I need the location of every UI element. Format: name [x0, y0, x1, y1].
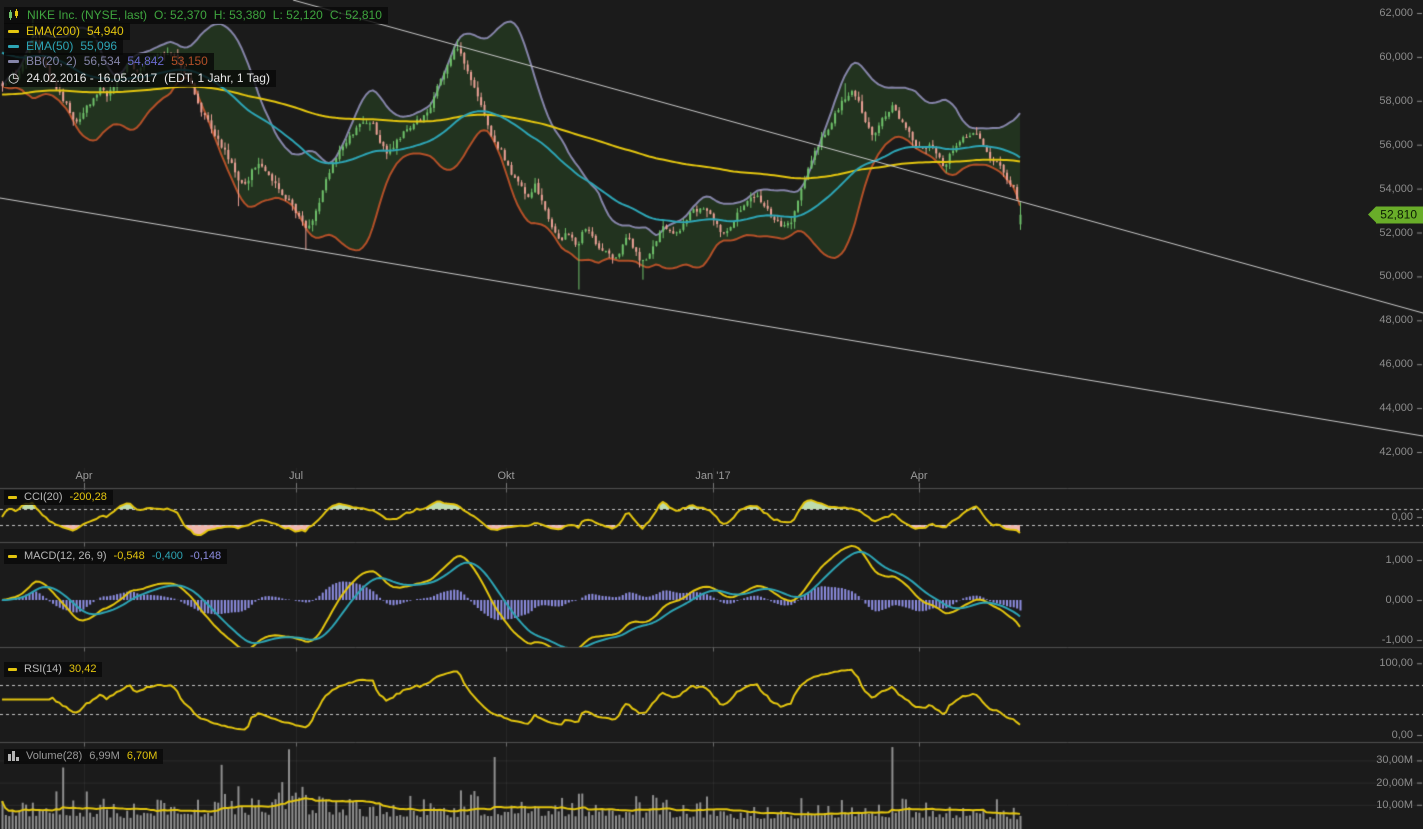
macd-hist-value: -0,148	[190, 550, 221, 562]
chart-window: { "title_row":{"symbol":"NIKE Inc. (NYSE…	[0, 0, 1423, 829]
volume-ma-value: 6,70M	[127, 750, 158, 762]
volume-panel-header[interactable]: Volume(28) 6,99M 6,70M	[4, 749, 163, 764]
macd-panel-header[interactable]: MACD(12, 26, 9) -0,548 -0,400 -0,148	[4, 549, 227, 564]
low-value: 52,120	[286, 8, 323, 22]
rsi-value: 30,42	[69, 663, 97, 675]
legend-bollinger[interactable]: BB(20, 2) 56,534 54,842 53,150	[4, 53, 214, 70]
rsi-title: RSI(14)	[24, 663, 62, 675]
macd-title: MACD(12, 26, 9)	[24, 550, 107, 562]
volume-bar-value: 6,99M	[89, 750, 120, 762]
bb-label: BB(20, 2)	[26, 54, 77, 68]
close-label: C:	[330, 8, 342, 22]
macd-value: -0,548	[114, 550, 145, 562]
close-value: 52,810	[345, 8, 382, 22]
ema200-value: 54,940	[87, 24, 124, 38]
open-value: 52,370	[170, 8, 207, 22]
volume-title: Volume(28)	[26, 750, 82, 762]
bb-upper-value: 56,534	[84, 54, 121, 68]
ema200-label: EMA(200)	[26, 24, 80, 38]
low-label: L:	[273, 8, 283, 22]
rsi-panel-header[interactable]: RSI(14) 30,42	[4, 662, 102, 677]
macd-signal-value: -0,400	[152, 550, 183, 562]
high-value: 53,380	[229, 8, 266, 22]
date-range-detail: (EDT, 1 Jahr, 1 Tag)	[164, 71, 270, 85]
open-label: O:	[154, 8, 167, 22]
macd-color-dash-icon	[8, 555, 17, 558]
cci-color-dash-icon	[8, 496, 17, 499]
volume-bars-icon	[8, 751, 19, 761]
high-label: H:	[214, 8, 226, 22]
legend-date-range[interactable]: ◷ 24.02.2016 - 16.05.2017 (EDT, 1 Jahr, …	[4, 70, 276, 87]
price-chart-canvas[interactable]	[0, 0, 1423, 829]
clock-icon: ◷	[8, 72, 19, 84]
ema50-label: EMA(50)	[26, 39, 73, 53]
cci-title: CCI(20)	[24, 491, 63, 503]
candlestick-chart-icon	[8, 9, 20, 21]
date-range-text: 24.02.2016 - 16.05.2017	[26, 71, 157, 85]
bb-lower-value: 53,150	[171, 54, 208, 68]
legend-symbol-row[interactable]: NIKE Inc. (NYSE, last) O: 52,370 H: 53,3…	[4, 7, 388, 24]
cci-panel-header[interactable]: CCI(20) -200,28	[4, 490, 113, 505]
cci-value: -200,28	[70, 491, 107, 503]
bb-middle-value: 54,842	[127, 54, 164, 68]
rsi-color-dash-icon	[8, 668, 17, 671]
ema50-color-dash-icon	[8, 45, 19, 48]
ema50-value: 55,096	[80, 39, 117, 53]
symbol-name: NIKE Inc. (NYSE, last)	[27, 8, 147, 22]
bb-color-dash-icon	[8, 60, 19, 63]
ema200-color-dash-icon	[8, 30, 19, 33]
